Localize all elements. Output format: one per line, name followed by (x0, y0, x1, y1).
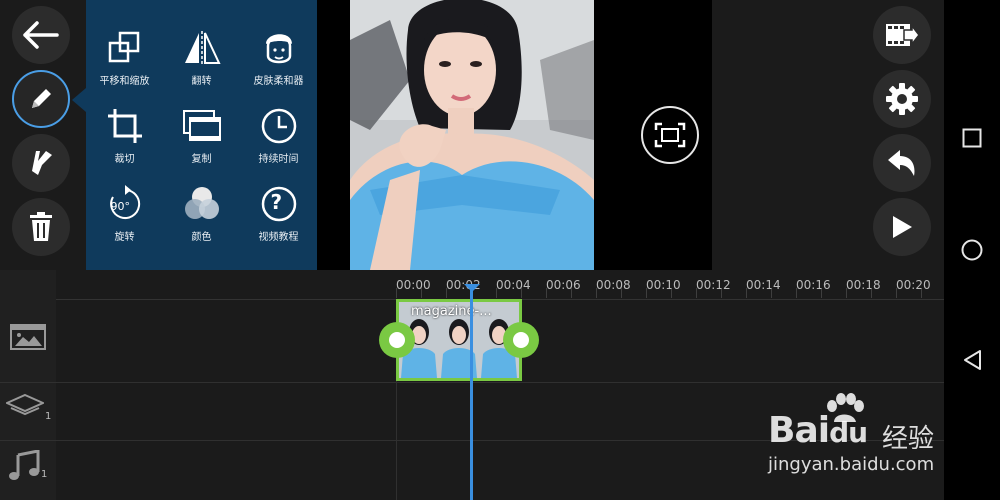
effects-button[interactable] (12, 134, 70, 192)
video-track-header[interactable] (10, 324, 46, 350)
tool-label: 裁切 (114, 154, 135, 165)
trash-icon (30, 212, 52, 241)
skin-smoother-icon (265, 34, 292, 64)
panel-pointer (72, 88, 86, 112)
export-film-icon (886, 23, 920, 47)
layer-track-header[interactable]: 1 (6, 392, 51, 422)
watermark-url: jingyan.baidu.com (768, 454, 935, 475)
tool-flip[interactable]: 翻转 (163, 20, 240, 96)
baidu-watermark: Baidu 经验 jingyan.baidu.com (762, 392, 944, 482)
fit-screen-button[interactable] (641, 106, 699, 164)
rotate-badge: 90° (110, 200, 131, 213)
tool-label: 皮肤柔和器 (253, 76, 304, 87)
audio-count: 1 (41, 469, 48, 480)
tool-duplicate[interactable]: 复制 (163, 98, 240, 174)
circle-icon (961, 239, 983, 261)
color-icon (184, 187, 219, 219)
play-icon (893, 216, 912, 238)
watermark-brand: Baidu (768, 410, 868, 451)
system-nav-bar (944, 0, 1000, 500)
help-glyph: ? (270, 190, 283, 214)
play-button[interactable] (873, 198, 931, 256)
pencil-icon (32, 89, 51, 108)
brush-icon (32, 151, 52, 175)
tool-label: 持续时间 (258, 154, 299, 165)
tool-video-tutorial[interactable]: ? 视频教程 (240, 176, 317, 252)
clip-trim-start-handle[interactable] (379, 322, 415, 358)
tool-pan-zoom[interactable]: 平移和缩放 (86, 20, 163, 96)
flip-icon (184, 31, 221, 65)
image-track-icon (10, 324, 46, 350)
duplicate-icon (182, 110, 221, 141)
tool-label: 平移和缩放 (99, 76, 150, 87)
tool-color[interactable]: 颜色 (163, 176, 240, 252)
fit-screen-icon (654, 122, 686, 148)
duration-icon (261, 108, 296, 144)
audio-track-header[interactable]: 1 (8, 450, 47, 480)
recents-button[interactable] (960, 126, 984, 150)
preview-image (350, 0, 594, 270)
square-icon (962, 128, 982, 148)
gear-icon (886, 83, 918, 115)
watermark-brand-latin: Bai (768, 410, 830, 451)
tool-rotate[interactable]: 90° 旋转 (86, 176, 163, 252)
tool-label: 颜色 (191, 232, 212, 243)
clip-trim-end-handle[interactable] (503, 322, 539, 358)
export-button[interactable] (873, 6, 931, 64)
tool-label: 复制 (191, 154, 212, 165)
music-note-icon (9, 450, 40, 480)
home-button[interactable] (960, 238, 984, 262)
back-button[interactable] (12, 6, 70, 64)
tool-label: 翻转 (191, 76, 212, 87)
settings-button[interactable] (873, 70, 931, 128)
edit-button[interactable] (12, 70, 70, 128)
tool-skin-smoother[interactable]: 皮肤柔和器 (240, 20, 317, 96)
back-nav-button[interactable] (960, 348, 984, 372)
tool-label: 视频教程 (258, 232, 299, 243)
back-arrow-icon (23, 21, 59, 49)
tool-duration[interactable]: 持续时间 (240, 98, 317, 174)
tool-crop[interactable]: 裁切 (86, 98, 163, 174)
clip-title: magazine-... (411, 304, 492, 319)
layer-count: 1 (45, 411, 52, 422)
triangle-back-icon (964, 350, 981, 370)
left-toolbar (0, 0, 86, 270)
crop-icon (107, 109, 142, 143)
watermark-brand-du: du (829, 416, 868, 449)
pan-zoom-icon (108, 31, 139, 63)
portrait-photo (350, 0, 594, 270)
tool-label: 旋转 (114, 232, 135, 243)
edit-panel: 平移和缩放 翻转 皮肤柔和器 裁切 复制 持续时间 90° 旋转 颜色 ? 视频… (86, 0, 317, 270)
playhead[interactable] (470, 288, 473, 500)
undo-icon (888, 150, 915, 176)
delete-button[interactable] (12, 198, 70, 256)
layers-icon (6, 393, 44, 416)
undo-button[interactable] (873, 134, 931, 192)
watermark-brand-cn: 经验 (882, 424, 935, 454)
